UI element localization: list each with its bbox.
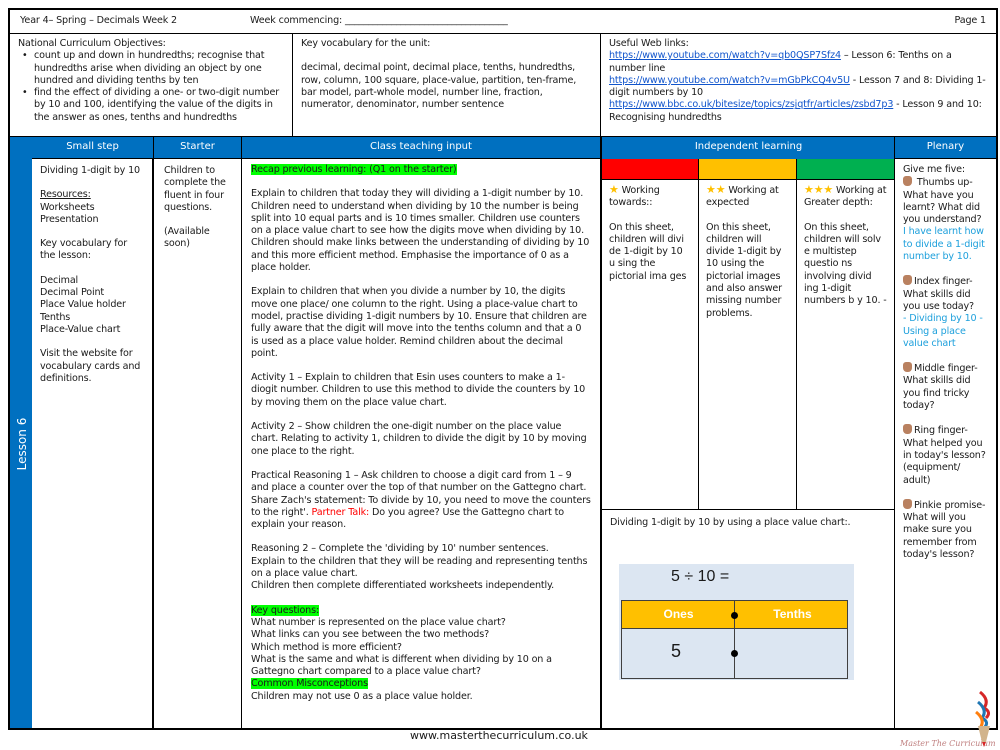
- recap-highlight: Recap previous learning: (Q1 on the star…: [251, 164, 457, 175]
- level-working-towards: ★ Working towards:: On this sheet, child…: [602, 180, 699, 510]
- plan-title: Year 4– Spring – Decimals Week 2: [20, 15, 177, 26]
- place-value-example: 5 ÷ 10 = Ones Tenths 5: [619, 564, 854, 680]
- small-step-title: Dividing 1-digit by 10: [40, 165, 140, 176]
- level-bar-green: [797, 159, 894, 180]
- teaching-para-2: Explain to children that when you divide…: [251, 286, 587, 359]
- lesson-vocab-item: Place Value holder: [40, 299, 126, 311]
- vocab-heading: Key vocabulary for the unit:: [301, 38, 431, 49]
- level-description: On this sheet, children will divide 1-di…: [706, 221, 782, 319]
- web-link-3[interactable]: https://www.bbc.co.uk/bitesize/topics/zs…: [609, 99, 893, 110]
- plenary-prompt: Middle finger- What skills did you find …: [903, 363, 978, 412]
- hand-icon: [903, 275, 912, 286]
- plenary-answer: - Dividing by 10 -Using a place value ch…: [903, 313, 983, 349]
- starter-note: (Available soon): [164, 226, 210, 250]
- lesson-vocab-heading: Key vocabulary for the lesson:: [40, 238, 128, 262]
- lesson-vocab-item: Decimal Point: [40, 287, 105, 299]
- col-header-independent: Independent learning: [600, 137, 895, 159]
- key-question: What number is represented on the place …: [251, 616, 506, 628]
- decimal-point-icon: [731, 612, 738, 619]
- reasoning-2: Reasoning 2 – Complete the 'dividing by …: [251, 543, 549, 555]
- plenary-prompt: Thumbs up- What have you learnt? What di…: [903, 177, 982, 226]
- pv-col-tenths: Tenths: [773, 607, 812, 621]
- example-caption: Dividing 1-digit by 10 by using a place …: [610, 517, 851, 528]
- starter-text: Children to complete the fluent in four …: [164, 165, 226, 213]
- col-header-starter: Starter: [154, 137, 242, 159]
- plenary-answer: I have learnt how to divide a 1-digit nu…: [903, 226, 985, 263]
- page-number: Page 1: [954, 15, 987, 26]
- hand-icon: [903, 176, 912, 187]
- objectives-box: National Curriculum Objectives: count up…: [8, 33, 293, 137]
- level-bar-amber: [699, 159, 797, 180]
- activity-2: Activity 2 – Show children the one-digit…: [251, 421, 587, 457]
- decimal-point-icon: [731, 650, 738, 657]
- web-links-box: Useful Web links: https://www.youtube.co…: [600, 33, 998, 137]
- reasoning-2-explain: Explain to the children that they will b…: [251, 555, 588, 580]
- web-link-1[interactable]: https://www.youtube.com/watch?v=qb0QSP7S…: [609, 50, 841, 61]
- col-header-class-teaching: Class teaching input: [242, 137, 600, 159]
- pv-col-ones: Ones: [663, 607, 694, 621]
- star-icon: ★: [609, 183, 619, 196]
- key-questions-heading: Key questions:: [251, 604, 320, 616]
- footer-website: www.masterthecurriculum.co.uk: [410, 729, 588, 742]
- level-working-at-expected: ★★ Working at expected On this sheet, ch…: [699, 180, 797, 510]
- level-description: On this sheet, children will divi de 1-d…: [609, 221, 687, 282]
- objectives-heading: National Curriculum Objectives:: [18, 38, 166, 49]
- star-icon: ★★: [706, 183, 726, 196]
- small-step-cell: Dividing 1-digit by 10 Resources: Worksh…: [32, 159, 154, 730]
- objective-item: count up and down in hundredths; recogni…: [18, 50, 284, 87]
- key-question: What links can you see between the two m…: [251, 629, 490, 641]
- week-commencing: Week commencing: _______________________…: [250, 15, 508, 26]
- col-header-plenary: Plenary: [894, 137, 998, 159]
- plenary-prompt: Index finger- What skills did you use to…: [903, 276, 974, 312]
- activity-1: Activity 1 – Explain to children that Es…: [251, 372, 586, 408]
- misconceptions-text: Children may not use 0 as a place value …: [251, 690, 473, 702]
- objective-item: find the effect of dividing a one- or tw…: [18, 87, 284, 124]
- plenary-intro: Give me five:: [903, 164, 965, 175]
- resources-heading: Resources:: [40, 189, 91, 201]
- class-teaching-cell: Recap previous learning: (Q1 on the star…: [242, 159, 600, 730]
- starter-cell: Children to complete the fluent in four …: [154, 159, 242, 730]
- resource-item: Presentation: [40, 213, 99, 225]
- hand-icon: [903, 498, 912, 509]
- web-links-heading: Useful Web links:: [609, 38, 689, 49]
- pencil-logo-icon: [975, 690, 991, 747]
- resource-item: Worksheets: [40, 201, 95, 213]
- pv-ones-value: 5: [671, 641, 682, 661]
- lesson-vocab-item: Tenths: [40, 311, 71, 323]
- visit-website-note: Visit the website for vocabulary cards a…: [40, 348, 141, 384]
- teaching-para-1: Explain to children that today they will…: [251, 188, 590, 274]
- key-question: What is the same and what is different w…: [251, 653, 552, 678]
- hand-icon: [903, 424, 912, 435]
- vocab-text: decimal, decimal point, decimal place, t…: [301, 62, 577, 111]
- practical-reasoning-1: Practical Reasoning 1 – Ask children to …: [251, 469, 591, 531]
- col-header-small-step: Small step: [32, 137, 154, 159]
- hand-icon: [903, 362, 912, 373]
- lesson-sidebar: Lesson 6: [8, 137, 32, 730]
- misconceptions-heading: Common Misconceptions: [251, 678, 368, 690]
- level-bar-red: [602, 159, 699, 180]
- unit-vocabulary-box: Key vocabulary for the unit: decimal, de…: [292, 33, 601, 137]
- partner-talk-label: Partner Talk:: [311, 506, 370, 518]
- example-equation: 5 ÷ 10 =: [671, 568, 730, 585]
- lesson-vocab-item: Place-Value chart: [40, 323, 121, 335]
- plenary-cell: Give me five: Thumbs up- What have you l…: [894, 159, 998, 730]
- lesson-vocab-item: Decimal: [40, 274, 79, 286]
- plenary-prompt: Ring finger- What helped you in today's …: [903, 425, 986, 486]
- key-question: Which method is more efficient?: [251, 641, 402, 653]
- lesson-label: Lesson 6: [15, 417, 29, 471]
- star-icon: ★★★: [804, 183, 834, 196]
- reasoning-2-worksheets: Children then complete differentiated wo…: [251, 580, 555, 592]
- web-link-2[interactable]: https://www.youtube.com/watch?v=mGbPkCQ4…: [609, 75, 850, 86]
- header-bar: Year 4– Spring – Decimals Week 2 Week co…: [8, 8, 998, 34]
- plenary-prompt: Pinkie promise- What will you make sure …: [903, 499, 986, 561]
- level-greater-depth: ★★★ Working at Greater depth: On this sh…: [797, 180, 894, 510]
- level-description: On this sheet, children will solv e mult…: [804, 221, 887, 307]
